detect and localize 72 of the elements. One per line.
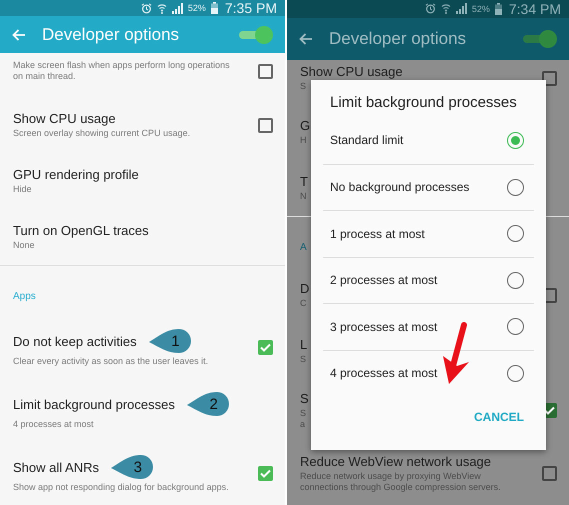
setting-summary: Clear every activity as soon as the user leaves it. xyxy=(13,356,208,367)
signal-icon xyxy=(172,2,183,14)
setting-title: Show all ANRs xyxy=(13,460,99,474)
setting-title: T xyxy=(300,174,308,189)
wifi-icon xyxy=(156,2,167,14)
radio-option[interactable]: 3 processes at most xyxy=(323,303,534,350)
toggle-switch[interactable] xyxy=(521,30,557,48)
setting-title: Turn on OpenGL traces xyxy=(13,223,149,238)
option-label: 1 process at most xyxy=(330,226,425,241)
setting-summary: Reduce network usage by proxying WebView connections through Google compression servers. xyxy=(300,471,502,493)
setting-summary: S a xyxy=(300,408,306,430)
checkbox[interactable] xyxy=(258,64,273,78)
alarm-icon xyxy=(140,2,152,14)
setting-title: S xyxy=(300,391,309,406)
setting-title: Reduce WebView network usage xyxy=(300,454,492,469)
dialog-title: Limit background processes xyxy=(329,94,518,113)
setting-summary: 4 processes at most xyxy=(13,419,94,430)
setting-summary: Make screen flash when apps perform long operations on main thread. xyxy=(13,60,231,82)
checkbox[interactable] xyxy=(258,340,273,355)
setting-summary: Hide xyxy=(13,184,32,195)
signal-icon xyxy=(456,3,467,14)
setting-title: Show CPU usage xyxy=(300,64,403,79)
alarm-icon xyxy=(424,3,436,14)
checkbox[interactable] xyxy=(258,466,273,481)
setting-summary: Show app not responding dialog for background apps. xyxy=(13,482,229,493)
setting-summary: Screen overlay showing current CPU usage. xyxy=(13,128,190,139)
radio-button[interactable] xyxy=(507,132,524,149)
callout-badge: 1 xyxy=(148,328,193,354)
option-label: 3 processes at most xyxy=(330,320,438,334)
setting-title: Limit background processes xyxy=(13,396,175,412)
toolbar-title: Developer options xyxy=(329,28,468,49)
setting-summary: N xyxy=(300,191,306,202)
setting-title: GPU rendering profile xyxy=(13,167,139,182)
checkbox[interactable] xyxy=(542,466,557,481)
setting-title: D xyxy=(300,281,310,296)
radio-option[interactable]: 1 process at most xyxy=(323,210,534,256)
clock-time: 7:34 PM xyxy=(508,0,561,17)
setting-summary: S xyxy=(300,354,306,365)
wifi-icon xyxy=(440,3,451,14)
setting-summary: S xyxy=(300,81,306,92)
back-arrow-icon[interactable] xyxy=(299,32,313,45)
toggle-switch[interactable] xyxy=(237,26,273,44)
radio-option[interactable]: Standard limit xyxy=(323,117,534,164)
setting-title: L xyxy=(300,337,308,352)
setting-summary: None xyxy=(13,240,35,251)
radio-option[interactable]: No background processes xyxy=(323,164,534,210)
setting-summary: H xyxy=(300,135,306,146)
option-label: 4 processes at most xyxy=(330,366,438,380)
setting-title: Show CPU usage xyxy=(13,111,116,126)
setting-title: Do not keep activities xyxy=(13,334,137,348)
clock-time: 7:35 PM xyxy=(224,0,277,16)
radio-button[interactable] xyxy=(507,178,524,196)
battery-icon xyxy=(494,2,502,15)
radio-button[interactable] xyxy=(507,225,524,242)
radio-button[interactable] xyxy=(507,364,524,382)
setting-title: G xyxy=(300,118,310,133)
option-label: Standard limit xyxy=(330,133,404,148)
option-label: 2 processes at most xyxy=(330,273,438,288)
section-header: Apps xyxy=(13,291,36,302)
battery-icon xyxy=(210,2,218,14)
callout-badge: 3 xyxy=(110,454,155,480)
callout-badge: 2 xyxy=(186,391,231,417)
option-label: No background processes xyxy=(330,180,470,194)
radio-button[interactable] xyxy=(507,272,524,289)
radio-option[interactable]: 2 processes at most xyxy=(323,256,534,303)
toolbar-title: Developer options xyxy=(42,24,180,44)
section-header: A xyxy=(300,242,307,253)
battery-percent: 52% xyxy=(472,4,490,14)
checkbox[interactable] xyxy=(258,118,273,132)
setting-summary: C xyxy=(300,298,306,309)
battery-percent: 52% xyxy=(188,3,206,13)
radio-button[interactable] xyxy=(507,318,524,336)
